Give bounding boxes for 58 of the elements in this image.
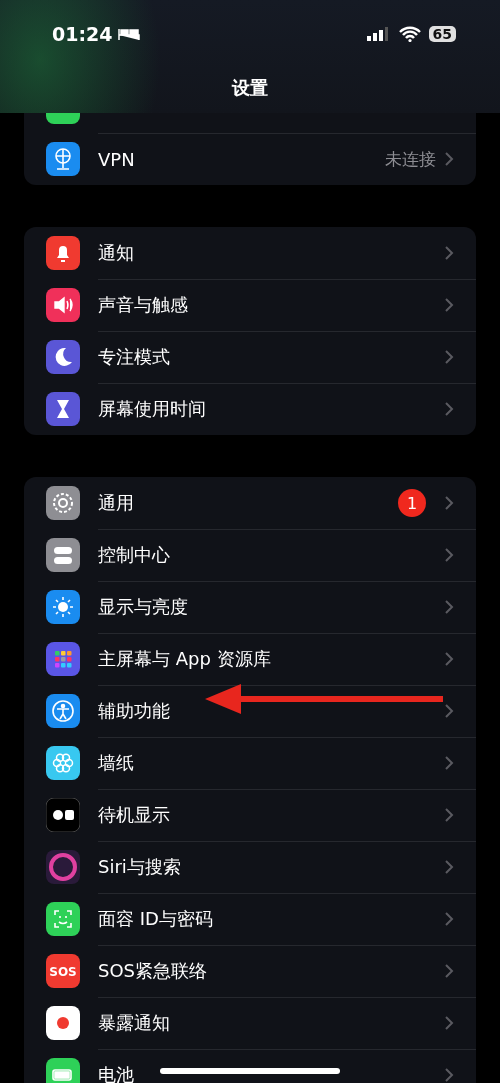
row-label: 控制中心 [98,543,170,567]
row-label: 墙纸 [98,751,134,775]
settings-row[interactable]: SOS SOS紧急联络 [24,945,476,997]
chevron-icon [444,495,454,511]
chevron-icon [444,151,454,167]
settings-row[interactable]: 主屏幕与 App 资源库 [24,633,476,685]
row-label: 电池 [98,1063,134,1083]
chevron-icon [444,547,454,563]
signal-icon [366,27,389,41]
settings-row[interactable]: 暴露通知 [24,997,476,1049]
row-label: 待机显示 [98,803,170,827]
settings-row[interactable]: VPN 未连接 [24,133,476,185]
settings-row[interactable]: 屏幕使用时间 [24,383,476,435]
row-label: 暴露通知 [98,1011,170,1035]
chevron-icon [444,401,454,417]
chevron-icon [444,911,454,927]
settings-row[interactable]: 待机显示 [24,789,476,841]
chevron-icon [444,599,454,615]
settings-row[interactable]: 面容 ID与密码 [24,893,476,945]
chevron-icon [444,859,454,875]
settings-row[interactable]: 通知 [24,227,476,279]
chevron-icon [444,297,454,313]
row-label: 主屏幕与 App 资源库 [98,647,271,671]
settings-row[interactable]: 声音与触感 [24,279,476,331]
notification-badge: 1 [398,489,426,517]
row-label: 声音与触感 [98,293,188,317]
chevron-icon [444,1067,454,1083]
settings-row[interactable]: 墙纸 [24,737,476,789]
settings-row[interactable]: 控制中心 [24,529,476,581]
settings-row[interactable]: 专注模式 [24,331,476,383]
battery-indicator: 65 [428,26,456,42]
row-label: 面容 ID与密码 [98,907,213,931]
chevron-icon [444,651,454,667]
chevron-icon [444,1015,454,1031]
chevron-icon [444,245,454,261]
row-label: 显示与亮度 [98,595,188,619]
settings-row[interactable]: 显示与亮度 [24,581,476,633]
row-label: 专注模式 [98,345,170,369]
chevron-icon [444,703,454,719]
settings-row[interactable]: 通用 1 [24,477,476,529]
sos-label: SOS [49,965,77,979]
settings-row[interactable]: 辅助功能 [24,685,476,737]
row-value: 未连接 [385,147,436,171]
chevron-icon [444,349,454,365]
settings-row[interactable]: Siri与搜索 [24,841,476,893]
chevron-icon [444,963,454,979]
row-label: Siri与搜索 [98,855,181,879]
row-label: 辅助功能 [98,699,170,723]
chevron-icon [444,755,454,771]
row-label: SOS紧急联络 [98,959,208,983]
row-label: 屏幕使用时间 [98,397,206,421]
row-label: VPN [98,148,135,170]
row-label: 通用 [98,491,134,515]
chevron-icon [444,807,454,823]
status-time: 01:24 [52,23,113,45]
wifi-icon [398,26,421,42]
row-label: 通知 [98,241,134,265]
window-title: 设置 [230,76,269,100]
